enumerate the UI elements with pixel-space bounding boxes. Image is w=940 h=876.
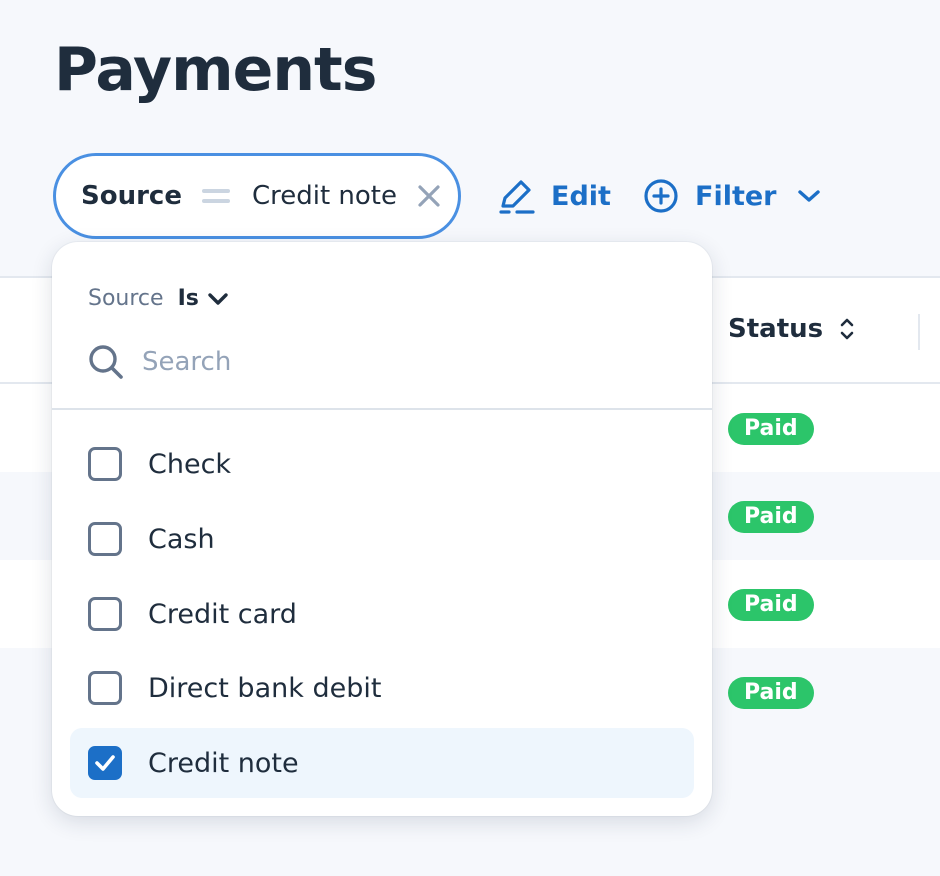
- filter-label: Filter: [695, 180, 777, 212]
- page-title: Payments: [54, 35, 377, 105]
- status-column-header[interactable]: Status: [728, 314, 855, 344]
- close-icon[interactable]: [415, 182, 443, 210]
- checkbox[interactable]: [88, 447, 122, 481]
- column-divider: [918, 314, 920, 350]
- status-badge: Paid: [728, 589, 814, 621]
- condition-field-label: Source: [88, 286, 164, 311]
- checkbox[interactable]: [88, 522, 122, 556]
- option-direct-bank-debit[interactable]: Direct bank debit: [70, 653, 694, 723]
- chevron-down-icon: [208, 292, 228, 305]
- option-check[interactable]: Check: [70, 429, 694, 499]
- operator-select[interactable]: Is: [178, 286, 229, 311]
- checkbox-checked[interactable]: [88, 746, 122, 780]
- status-header-label: Status: [728, 314, 824, 344]
- pencil-icon: [499, 180, 535, 214]
- option-cash[interactable]: Cash: [70, 504, 694, 574]
- search-box: [86, 340, 676, 384]
- option-label: Credit card: [148, 598, 297, 630]
- plus-circle-icon: [644, 179, 678, 213]
- filter-condition: Source Is: [88, 286, 229, 311]
- option-label: Check: [148, 448, 232, 480]
- edit-button[interactable]: Edit: [497, 172, 611, 220]
- search-input[interactable]: [142, 347, 662, 377]
- chevron-down-icon[interactable]: [797, 188, 821, 204]
- option-label: Cash: [148, 523, 215, 555]
- option-label: Credit note: [148, 747, 299, 779]
- status-badge: Paid: [728, 677, 814, 709]
- option-credit-note[interactable]: Credit note: [70, 728, 694, 798]
- status-badge: Paid: [728, 501, 814, 533]
- filter-chip-field: Source: [81, 181, 182, 211]
- filter-chip-value: Credit note: [251, 181, 397, 211]
- option-label: Direct bank debit: [148, 672, 382, 704]
- status-badge: Paid: [728, 413, 814, 445]
- search-icon: [89, 345, 123, 379]
- divider: [52, 408, 712, 410]
- source-filter-dropdown: Source Is Check Cash Cr: [52, 242, 712, 816]
- filter-button[interactable]: Filter: [643, 172, 821, 220]
- checkbox[interactable]: [88, 597, 122, 631]
- source-filter-chip[interactable]: Source Credit note: [53, 153, 461, 239]
- sort-icon[interactable]: [839, 316, 855, 342]
- operator-label: Is: [177, 286, 199, 311]
- edit-label: Edit: [551, 180, 611, 212]
- equals-icon: [201, 188, 230, 204]
- option-credit-card[interactable]: Credit card: [70, 579, 694, 649]
- checkmark-icon: [95, 755, 115, 771]
- checkbox[interactable]: [88, 671, 122, 705]
- payments-page: Payments Source Credit note Edit Filter: [0, 0, 940, 876]
